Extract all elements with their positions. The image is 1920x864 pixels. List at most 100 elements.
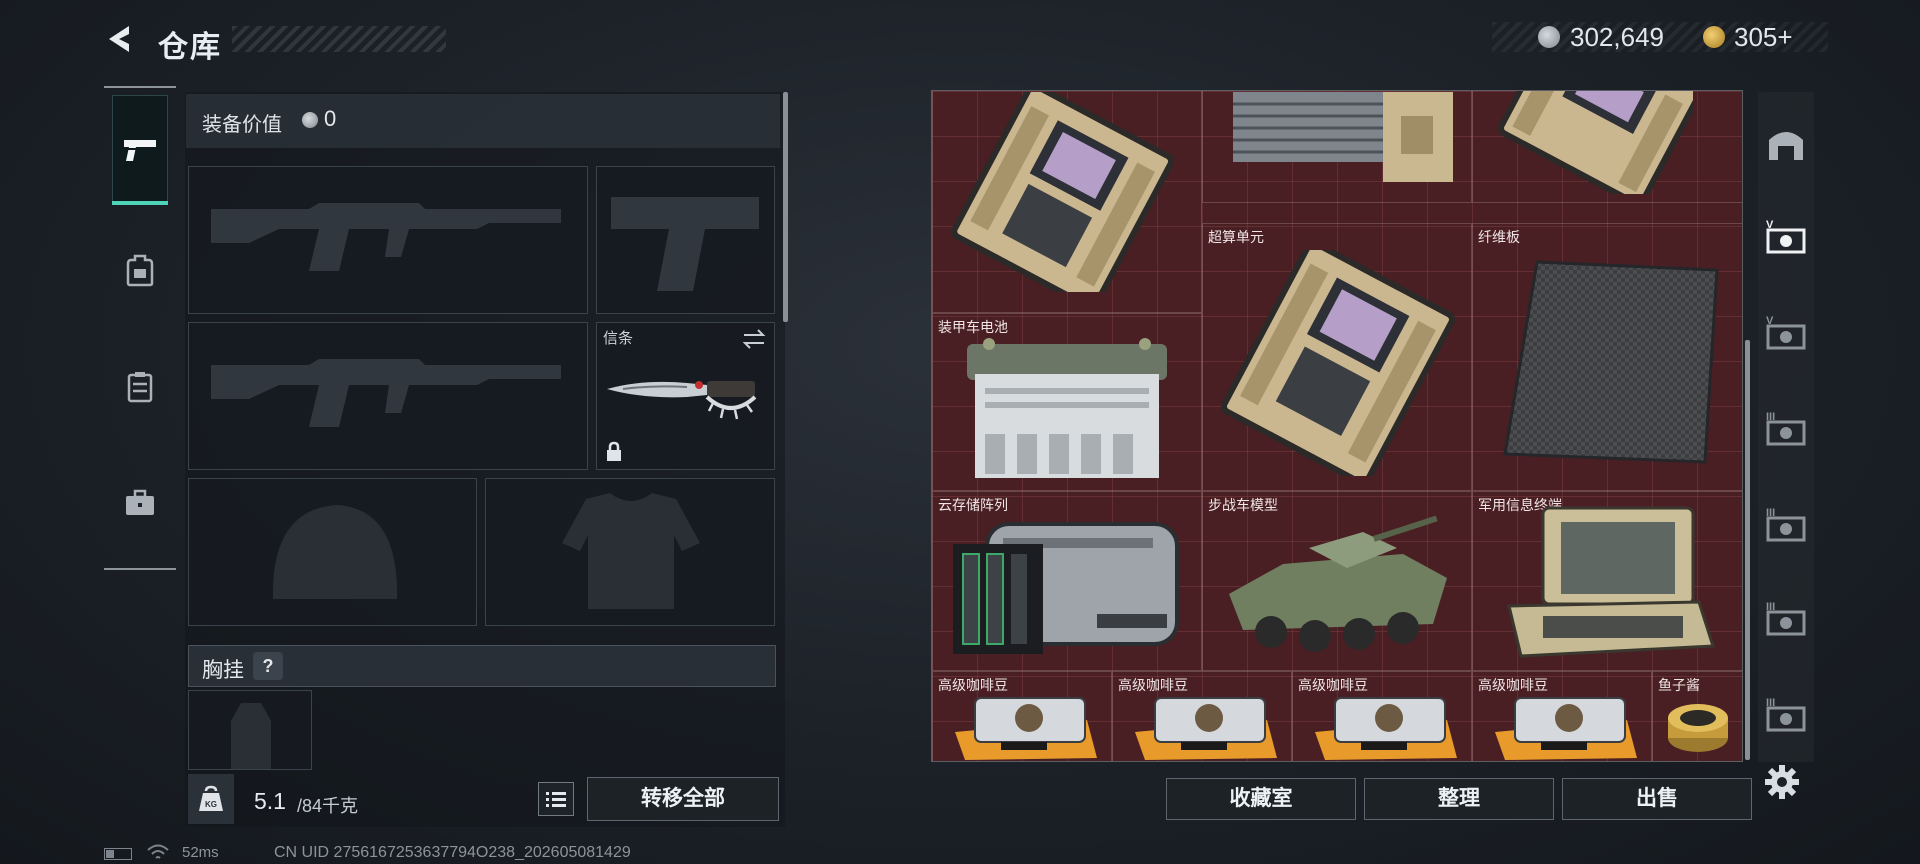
swap-icon[interactable] <box>741 327 767 351</box>
equip-value: 0 <box>324 106 337 131</box>
field-terminal-icon <box>1507 506 1716 658</box>
page-title: 仓库 <box>158 31 222 64</box>
briefcase-icon <box>126 489 154 515</box>
ifv-model-icon <box>1229 515 1447 652</box>
coffee-bean-pack-icon <box>1135 697 1277 760</box>
transfer-all-button[interactable]: 转移全部 <box>587 777 779 821</box>
circuit-board-icon <box>1498 91 1693 194</box>
stash-item[interactable] <box>1202 91 1472 203</box>
storage-array-icon <box>953 522 1179 654</box>
circuit-board-icon <box>951 92 1175 292</box>
wifi-icon <box>147 844 169 859</box>
pistol-silhouette-icon <box>611 197 759 291</box>
stash-item[interactable]: 高级咖啡豆 <box>1112 671 1292 761</box>
server-rack-icon <box>1233 92 1453 182</box>
storage-crate-icon: V <box>1766 219 1806 254</box>
vest-icon <box>127 372 153 403</box>
slot-primary-weapon-1[interactable] <box>188 166 588 314</box>
circuit-board-icon <box>1220 250 1456 476</box>
tab-active-indicator <box>112 201 168 205</box>
sell-button[interactable]: 出售 <box>1562 778 1752 820</box>
sort-button[interactable]: 整理 <box>1364 778 1554 820</box>
weight-icon: KG <box>188 774 234 824</box>
tab-case[interactable] <box>112 448 168 558</box>
tab-stash-1[interactable]: V <box>1760 208 1812 264</box>
lock-icon <box>607 441 621 461</box>
tab-vest[interactable] <box>112 332 168 442</box>
storage-crate-icon: III <box>1766 507 1806 542</box>
slot-melee[interactable]: 信条 <box>596 322 775 470</box>
warehouse-icon <box>1769 132 1803 160</box>
stash-grid[interactable]: 超算单元 纤维板 装甲车电池 云存储阵列 步战车模型 军用信息终端 高级咖啡豆 … <box>931 90 1743 762</box>
silver-balance: 302,649 <box>1570 22 1664 52</box>
battery-level <box>106 850 114 858</box>
collection-room-button[interactable]: 收藏室 <box>1166 778 1356 820</box>
tab-stash-2[interactable]: V <box>1760 304 1812 360</box>
chest-rig-label: 胸挂 <box>202 659 244 682</box>
pistol-icon <box>124 140 156 161</box>
list-icon <box>546 792 566 807</box>
tab-backpack[interactable] <box>112 215 168 325</box>
item-label: 步战车模型 <box>1208 497 1278 513</box>
coffee-bean-pack-icon <box>1315 697 1457 760</box>
vest-silhouette-icon <box>231 703 271 769</box>
scrollbar[interactable] <box>1745 340 1750 760</box>
stash-item[interactable]: 云存储阵列 <box>932 491 1202 671</box>
tab-stash-4[interactable]: III <box>1760 496 1812 552</box>
rifle-silhouette-icon <box>211 203 561 271</box>
slot-helmet[interactable] <box>188 478 477 626</box>
stash-item[interactable]: 步战车模型 <box>1202 491 1472 671</box>
slot-chest-rig[interactable] <box>188 690 312 770</box>
stash-item[interactable]: 鱼子酱 <box>1652 671 1742 761</box>
stash-item[interactable]: 装甲车电池 <box>932 313 1202 491</box>
tab-weapons[interactable] <box>112 95 168 205</box>
tab-main-stash[interactable] <box>1760 116 1812 172</box>
tab-stash-3[interactable]: III <box>1760 400 1812 456</box>
slot-primary-weapon-2[interactable] <box>188 322 588 470</box>
storage-crate-icon: III <box>1766 697 1806 732</box>
slot-armor[interactable] <box>485 478 775 626</box>
player-uid: CN UID 2756167253637794O238_202605081429 <box>274 844 631 861</box>
stash-item[interactable] <box>932 91 1202 313</box>
stash-item[interactable] <box>1472 91 1742 203</box>
stash-item[interactable]: 高级咖啡豆 <box>932 671 1112 761</box>
list-view-button[interactable] <box>538 782 574 816</box>
armor-silhouette-icon <box>562 493 700 609</box>
back-arrow-icon[interactable] <box>103 22 137 56</box>
fiber-board-icon <box>1503 260 1719 464</box>
stash-item[interactable]: 纤维板 <box>1472 223 1742 491</box>
help-button[interactable]: ? <box>253 652 283 680</box>
caviar-tin-icon <box>1668 704 1728 752</box>
tab-stash-5[interactable]: III <box>1760 590 1812 646</box>
weight-max: /84千克 <box>297 796 359 816</box>
backpack-icon <box>126 254 154 287</box>
weight-current: 5.1 <box>254 788 286 814</box>
ping-readout: 52ms <box>182 844 219 861</box>
item-label: 超算单元 <box>1208 229 1264 245</box>
item-label: 云存储阵列 <box>938 497 1008 513</box>
coffee-bean-pack-icon <box>955 697 1097 760</box>
stash-item[interactable]: 超算单元 <box>1202 223 1472 491</box>
tabs-divider-top <box>104 86 176 88</box>
stash-item[interactable]: 军用信息终端 <box>1472 491 1742 671</box>
storage-crate-icon: III <box>1766 601 1806 636</box>
melee-label: 信条 <box>603 330 634 347</box>
storage-crate-icon: V <box>1766 315 1806 350</box>
stash-item[interactable]: 高级咖啡豆 <box>1472 671 1652 761</box>
silver-coin-icon <box>1538 26 1560 48</box>
storage-crate-icon: III <box>1766 411 1806 446</box>
scrollbar[interactable] <box>783 92 788 322</box>
knife-icon <box>607 381 757 420</box>
slot-pistol[interactable] <box>596 166 775 314</box>
stash-item[interactable]: 高级咖啡豆 <box>1292 671 1472 761</box>
svg-text:KG: KG <box>205 800 217 809</box>
title-decoration <box>232 26 446 52</box>
item-label: 纤维板 <box>1478 229 1520 245</box>
tab-stash-6[interactable]: III <box>1760 686 1812 742</box>
gear-icon[interactable] <box>1764 764 1800 800</box>
gold-balance[interactable]: 305+ <box>1734 22 1793 53</box>
tabs-divider-bottom <box>104 568 176 570</box>
silver-coin-icon <box>302 112 318 128</box>
battery-pack-icon <box>967 338 1167 478</box>
equip-value-label: 装备价值 <box>202 114 282 136</box>
